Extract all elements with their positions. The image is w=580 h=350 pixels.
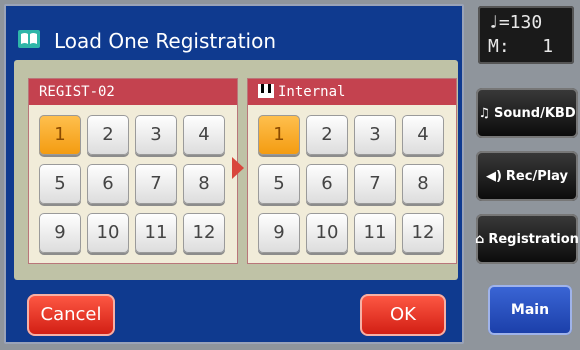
- source-key-2[interactable]: 2: [87, 115, 129, 155]
- music-note-icon: ♫: [478, 105, 490, 121]
- registration-icon: ⌂: [475, 231, 485, 247]
- destination-key-6[interactable]: 6: [306, 164, 348, 204]
- destination-key-1[interactable]: 1: [258, 115, 300, 155]
- source-key-7[interactable]: 7: [135, 164, 177, 204]
- source-key-11[interactable]: 11: [135, 213, 177, 253]
- destination-key-10[interactable]: 10: [306, 213, 348, 253]
- measure-label: M:: [488, 36, 510, 57]
- tempo-readout: ♩=130: [488, 12, 542, 33]
- tempo-value: =130: [498, 12, 543, 33]
- source-key-9[interactable]: 9: [39, 213, 81, 253]
- measure-readout: M: 1: [488, 36, 553, 57]
- source-panel: REGIST-02 1 2 3 4 5 6 7 8 9 10 11 12: [28, 78, 238, 264]
- sound-kbd-label: Sound/KBD: [494, 105, 576, 121]
- source-name: REGIST-02: [29, 79, 237, 105]
- destination-key-7[interactable]: 7: [354, 164, 396, 204]
- arrow-right-icon: [232, 157, 244, 179]
- destination-key-5[interactable]: 5: [258, 164, 300, 204]
- destination-panel: Internal 1 2 3 4 5 6 7 8 9 10 11 12: [247, 78, 457, 264]
- dialog-title: Load One Registration: [54, 29, 277, 53]
- destination-name: Internal: [278, 84, 346, 100]
- sound-kbd-button[interactable]: ♫ Sound/KBD: [476, 88, 578, 138]
- source-key-10[interactable]: 10: [87, 213, 129, 253]
- registration-label: Registration: [488, 231, 579, 247]
- destination-key-12[interactable]: 12: [402, 213, 444, 253]
- quarter-note-icon: ♩: [488, 12, 499, 33]
- destination-key-3[interactable]: 3: [354, 115, 396, 155]
- speaker-icon: ◀): [485, 168, 502, 184]
- source-key-8[interactable]: 8: [183, 164, 225, 204]
- registration-button[interactable]: ⌂ Registration: [475, 214, 579, 264]
- main-button[interactable]: Main: [488, 285, 572, 335]
- destination-key-11[interactable]: 11: [354, 213, 396, 253]
- source-key-12[interactable]: 12: [183, 213, 225, 253]
- source-key-5[interactable]: 5: [39, 164, 81, 204]
- cancel-button[interactable]: Cancel: [27, 294, 115, 336]
- ok-button[interactable]: OK: [360, 294, 446, 336]
- keyboard-icon: [258, 83, 274, 98]
- destination-key-8[interactable]: 8: [402, 164, 444, 204]
- tempo-display: ♩=130 M: 1: [478, 6, 574, 64]
- destination-header: Internal: [248, 79, 456, 105]
- source-grid: 1 2 3 4 5 6 7 8 9 10 11 12: [33, 109, 233, 259]
- rec-play-button[interactable]: ◀) Rec/Play: [476, 151, 578, 201]
- source-key-1[interactable]: 1: [39, 115, 81, 155]
- screen: Load One Registration REGIST-02 1 2 3 4 …: [0, 0, 580, 350]
- source-key-3[interactable]: 3: [135, 115, 177, 155]
- destination-grid: 1 2 3 4 5 6 7 8 9 10 11 12: [252, 109, 452, 259]
- rec-play-label: Rec/Play: [505, 168, 569, 184]
- destination-key-4[interactable]: 4: [402, 115, 444, 155]
- destination-key-9[interactable]: 9: [258, 213, 300, 253]
- source-key-6[interactable]: 6: [87, 164, 129, 204]
- destination-key-2[interactable]: 2: [306, 115, 348, 155]
- book-icon: [18, 30, 40, 48]
- measure-value: 1: [542, 36, 554, 57]
- source-key-4[interactable]: 4: [183, 115, 225, 155]
